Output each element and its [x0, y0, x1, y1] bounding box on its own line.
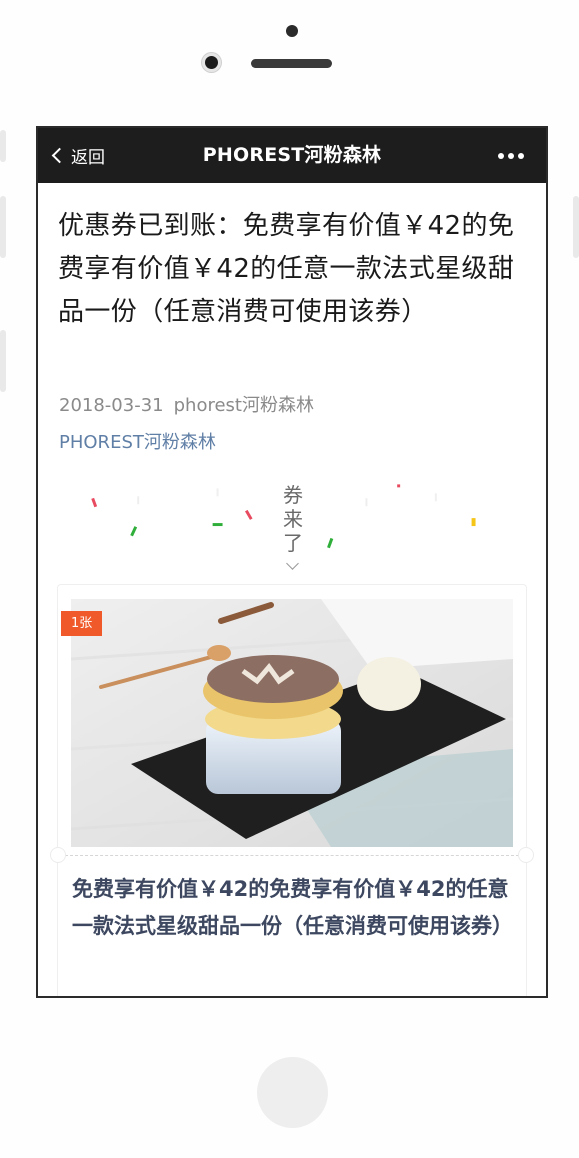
card-notch — [518, 847, 534, 863]
more-dot-icon — [508, 153, 514, 159]
more-dot-icon — [498, 153, 504, 159]
page-title: PHOREST河粉森林 — [202, 144, 382, 166]
earpiece-speaker — [251, 59, 332, 68]
article-content: 优惠券已到账：免费享有价值￥42的免费享有价值￥42的任意一款法式星级甜品一份（… — [38, 183, 546, 996]
phone-frame: 返回 PHOREST河粉森林 优惠券已到账：免费享有价值￥42的免费享有价值￥4… — [0, 0, 579, 1158]
article-title: 优惠券已到账：免费享有价值￥42的免费享有价值￥42的任意一款法式星级甜品一份（… — [58, 211, 515, 327]
card-divider — [65, 855, 519, 856]
phone-side-button — [0, 196, 6, 258]
phone-side-button — [0, 130, 6, 162]
article-meta: 2018-03-31 phorest河粉森林 — [59, 391, 314, 417]
phone-side-button — [0, 330, 6, 392]
quantity-badge: 1张 — [61, 611, 103, 636]
more-options-button[interactable] — [498, 153, 524, 159]
account-link[interactable]: PHOREST河粉森林 — [59, 428, 216, 454]
dessert-illustration — [71, 599, 513, 847]
coupon-arrived-label: 券来了 — [283, 483, 303, 555]
card-notch — [50, 847, 66, 863]
dessert-photo — [71, 599, 513, 847]
navbar: 返回 PHOREST河粉森林 — [38, 128, 546, 183]
article-date: 2018-03-31 — [59, 395, 164, 416]
front-camera — [202, 53, 221, 72]
more-dot-icon — [518, 153, 524, 159]
phone-side-button — [573, 196, 579, 258]
home-button[interactable] — [257, 1057, 328, 1128]
proximity-sensor — [286, 25, 298, 37]
article-author: phorest河粉森林 — [173, 395, 314, 416]
coupon-card[interactable]: 1张 免费享有价值￥42的免费享有价值￥42的任意一款法式星级甜品一份（任意消费… — [50, 585, 534, 996]
coupon-title: 免费享有价值￥42的免费享有价值￥42的任意一款法式星级甜品一份（任意消费可使用… — [72, 877, 513, 938]
phone-screen: 返回 PHOREST河粉森林 优惠券已到账：免费享有价值￥42的免费享有价值￥4… — [36, 126, 548, 998]
